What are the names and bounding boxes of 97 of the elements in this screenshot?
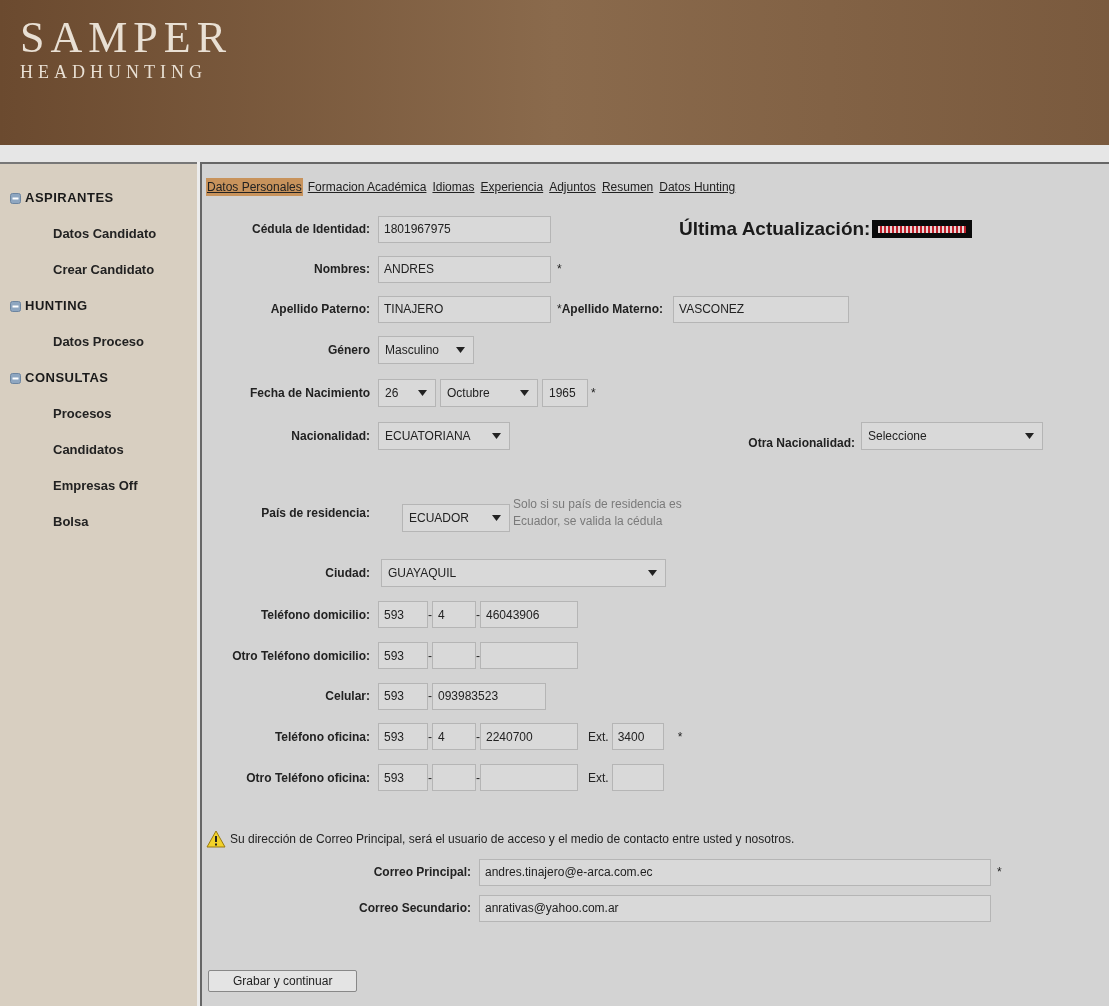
field-label: Nombres: (313, 261, 371, 278)
dropdown[interactable]: Masculino (378, 336, 474, 364)
field-label: Ext. (587, 769, 610, 787)
field-label: Apellido Paterno: (269, 301, 371, 318)
text-field[interactable]: 093983523 (432, 682, 546, 710)
tab-link[interactable]: Resumen (600, 178, 655, 196)
email-field[interactable]: anrativas@yahoo.com.ar (479, 894, 991, 922)
caret-icon (456, 347, 465, 353)
field-label: Género (327, 342, 371, 359)
last-update-label: Última Actualización: (679, 216, 871, 241)
field-label: Otro Teléfono domicilio: (231, 647, 371, 665)
collapse-icon[interactable] (10, 300, 21, 312)
field-label: Ciudad: (324, 565, 371, 582)
text-field[interactable]: TINAJERO (378, 295, 551, 323)
field-label: Celular: (324, 688, 371, 705)
dropdown[interactable]: 26 (378, 378, 436, 407)
notice-text: Su dirección de Correo Principal, será el usuario de acceso y el medio de contacto entre usted y nosotros. (230, 831, 795, 848)
text-field[interactable]: 3400 (611, 723, 664, 750)
sidebar-item[interactable]: Candidatos (53, 440, 124, 460)
text-field[interactable]: VASCONEZ (673, 295, 849, 323)
field-label: País de residencia: (260, 505, 371, 522)
field-label: Ext. (587, 728, 610, 746)
field-label: Teléfono oficina: (273, 728, 371, 746)
dropdown[interactable]: Octubre (440, 378, 538, 407)
text-field[interactable]: 593 (378, 642, 428, 669)
sidebar-item[interactable]: Empresas Off (53, 476, 138, 496)
field-label: Fecha de Nacimiento (248, 384, 371, 402)
text-field[interactable]: 593 (378, 723, 428, 750)
dropdown[interactable]: Seleccione (861, 422, 1043, 450)
required-mark: * (556, 301, 562, 318)
text-field[interactable] (480, 642, 578, 669)
help-text: Solo si su país de residencia es Ecuador, se valida la cédula (513, 496, 683, 530)
sidebar-item[interactable]: Datos Candidato (53, 224, 157, 244)
field-label: Correo Principal: (372, 864, 472, 881)
dropdown[interactable]: ECUADOR (402, 504, 510, 532)
collapse-icon[interactable] (10, 372, 21, 384)
text-field[interactable]: 593 (378, 601, 428, 628)
required-mark: * (590, 384, 596, 402)
text-field[interactable]: 4 (432, 601, 476, 628)
caret-icon (492, 433, 501, 439)
separator: - (476, 769, 480, 787)
caret-icon (492, 515, 501, 521)
tab-link[interactable]: Datos Hunting (658, 178, 737, 196)
caret-icon (1025, 433, 1034, 439)
sidebar-item[interactable]: Datos Proceso (53, 332, 145, 352)
required-mark: * (676, 728, 683, 746)
sidebar-section[interactable]: CONSULTAS (25, 368, 109, 388)
field-label: Cédula de Identidad: (251, 221, 371, 238)
tab-link[interactable]: Formacion Académica (306, 178, 428, 196)
logo-subtitle: HEADHUNTING (20, 62, 207, 82)
field-label: Teléfono domicilio: (259, 606, 371, 624)
dropdown[interactable]: 1965 (542, 378, 588, 407)
text-field[interactable] (432, 764, 476, 791)
sidebar-item[interactable]: Procesos (53, 404, 112, 424)
separator: - (476, 606, 480, 624)
required-mark: * (996, 864, 1003, 881)
dropdown[interactable]: GUAYAQUIL (381, 559, 666, 587)
separator: - (428, 728, 432, 746)
field-label: Otra Nacionalidad: (748, 435, 856, 452)
text-field[interactable]: 1801967975 (378, 215, 551, 243)
caret-icon (418, 389, 427, 396)
separator: - (428, 688, 432, 705)
logo-title: SAMPER (20, 14, 233, 62)
save-continue-button[interactable]: Grabar y continuar (208, 970, 358, 992)
text-field[interactable] (480, 764, 578, 791)
tab-link[interactable]: Adjuntos (548, 178, 597, 196)
text-field[interactable]: ANDRES (378, 255, 551, 283)
text-field[interactable]: 2240700 (480, 723, 578, 750)
text-field[interactable]: 593 (378, 682, 428, 710)
warning-icon (206, 830, 226, 848)
text-field[interactable] (611, 764, 664, 791)
separator: - (428, 647, 432, 665)
caret-icon (520, 389, 529, 396)
field-label: Nacionalidad: (290, 428, 371, 445)
caret-icon (648, 570, 657, 576)
text-field[interactable]: 46043906 (480, 601, 578, 628)
text-field[interactable]: 4 (432, 723, 476, 750)
collapse-icon[interactable] (10, 192, 21, 204)
sidebar-item[interactable]: Bolsa (53, 512, 89, 532)
tab-link[interactable]: Idiomas (431, 178, 476, 196)
field-label: Otro Teléfono oficina: (245, 769, 371, 787)
field-label: Apellido Materno: (561, 301, 664, 318)
text-field[interactable] (432, 642, 476, 669)
tab-link[interactable]: Datos Personales (206, 178, 303, 196)
field-label: Correo Secundario: (357, 900, 472, 917)
separator: - (476, 647, 480, 665)
separator: - (428, 606, 432, 624)
required-mark: * (556, 261, 563, 278)
tab-link[interactable]: Experiencia (479, 178, 545, 196)
separator: - (476, 728, 480, 746)
separator: - (428, 769, 432, 787)
sidebar-section[interactable]: ASPIRANTES (25, 188, 114, 208)
text-field[interactable]: 593 (378, 764, 428, 791)
dropdown[interactable]: ECUATORIANA (378, 422, 510, 450)
email-field[interactable]: andres.tinajero@e-arca.com.ec (479, 858, 991, 886)
sidebar-section[interactable]: HUNTING (25, 296, 88, 316)
sidebar-item[interactable]: Crear Candidato (53, 260, 155, 280)
